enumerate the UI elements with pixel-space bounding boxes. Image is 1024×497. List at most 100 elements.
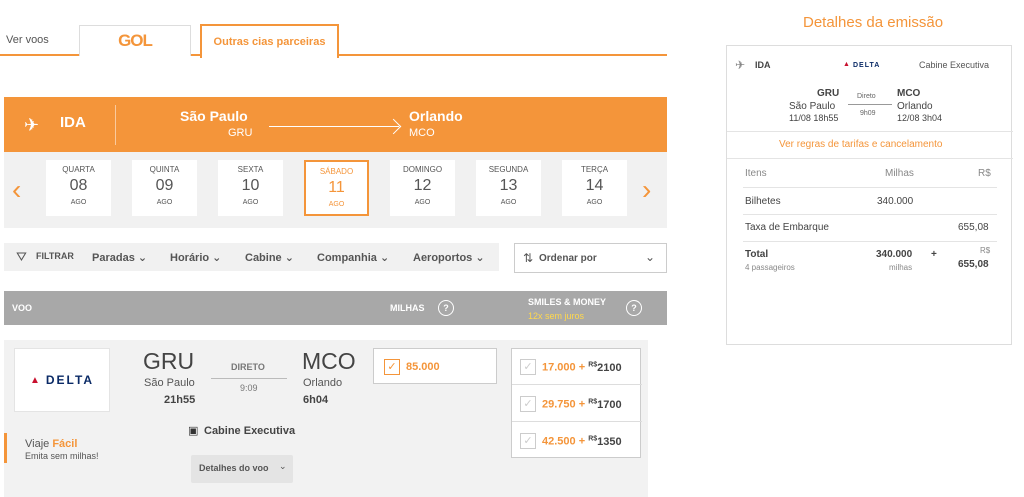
date-option[interactable]: SEGUNDA 13 AGO — [476, 160, 541, 216]
ida-label: IDA — [60, 114, 86, 131]
summary-title: Detalhes da emissão — [803, 14, 944, 31]
money-option-label: 42.500 + R$1350 — [542, 435, 622, 448]
airline-logo: ▲ DELTA — [14, 348, 110, 412]
airline-tabs: Ver voos GOL Outras cias parceiras — [0, 24, 667, 58]
sort-icon: ⇅ — [523, 251, 534, 265]
accent-bar — [4, 433, 7, 463]
voo-header: VOO — [12, 303, 33, 313]
divider — [743, 241, 997, 242]
date-option[interactable]: QUARTA 08 AGO — [46, 160, 111, 216]
airplane-icon: ✈ — [735, 58, 746, 72]
sort-select[interactable]: ⇅ Ordenar por ⌄ — [514, 243, 667, 273]
taxa-label: Taxa de Embarque — [745, 222, 829, 233]
cabin-icon: ▣ — [188, 425, 199, 437]
money-option[interactable]: ✓ 29.750 + R$1700 — [512, 386, 642, 422]
summary-dest-dt: 12/08 3h04 — [897, 113, 943, 123]
gol-logo: GOL — [118, 31, 153, 50]
dest-city: Orlando — [409, 108, 463, 124]
chevron-right-icon[interactable]: › — [642, 174, 651, 206]
duration-label: 9:09 — [240, 383, 258, 393]
checkbox-icon[interactable]: ✓ — [520, 359, 536, 375]
smiles-money-header: SMILES & MONEY — [528, 297, 607, 307]
stops-label: DIRETO — [231, 362, 265, 372]
divider — [115, 105, 116, 145]
milhas-unit: milhas — [889, 263, 913, 272]
help-icon[interactable]: ? — [626, 300, 642, 316]
miles-price: 85.000 — [406, 361, 440, 373]
milhas-header: MILHAS — [390, 303, 425, 313]
tab-outras-cias[interactable]: Outras cias parceiras — [200, 24, 339, 58]
summary-dest-city: Orlando — [897, 101, 933, 112]
divider — [727, 158, 1013, 159]
bilhetes-milhas: 340.000 — [877, 196, 914, 207]
juros-label: 12x sem juros — [528, 311, 585, 321]
summary-origin-dt: 11/08 18h55 — [789, 113, 839, 123]
details-button[interactable]: Detalhes do voo ⌄ — [191, 455, 293, 483]
flight-dest-code: MCO — [302, 348, 356, 374]
origin-code: GRU — [228, 127, 253, 139]
total-rs: 655,08 — [958, 259, 989, 270]
date-option[interactable]: SEXTA 10 AGO — [218, 160, 283, 216]
checkbox-icon[interactable]: ✓ — [520, 433, 536, 449]
origin-city: São Paulo — [180, 108, 248, 124]
filter-cabine[interactable]: Cabine ⌄ — [245, 251, 294, 264]
filter-aeroportos[interactable]: Aeroportos ⌄ — [413, 251, 485, 264]
delta-triangle-icon: ▲ — [29, 374, 42, 386]
filter-icon: ⛛ — [16, 249, 27, 264]
route-arrow-icon — [848, 104, 892, 105]
miles-option[interactable]: ✓ 85.000 — [373, 348, 497, 384]
results-header: VOO MILHAS ? SMILES & MONEY 12x sem juro… — [4, 291, 667, 325]
summary-airline: DELTA — [853, 62, 881, 69]
tab-gol[interactable]: GOL — [79, 25, 191, 56]
chevron-down-icon: ⌄ — [279, 461, 287, 471]
filtrar-label[interactable]: FILTRAR — [36, 251, 74, 261]
flight-result: ▲ DELTA Viaje Fácil Emita sem milhas! GR… — [4, 340, 648, 497]
filter-companhia[interactable]: Companhia ⌄ — [317, 251, 389, 264]
col-itens: Itens — [745, 168, 767, 179]
bilhetes-label: Bilhetes — [745, 196, 781, 207]
summary-cabin: Cabine Executiva — [919, 60, 990, 70]
total-label: Total — [745, 249, 769, 260]
flight-dest-city: Orlando — [303, 377, 343, 389]
total-milhas: 340.000 — [876, 249, 913, 260]
help-icon[interactable]: ? — [438, 300, 454, 316]
date-option[interactable]: DOMINGO 12 AGO — [390, 160, 455, 216]
checkbox-checked-icon[interactable]: ✓ — [384, 359, 400, 375]
date-selector: ‹ QUARTA 08 AGO QUINTA 09 AGO SEXTA 10 AGO SÁB… — [4, 152, 667, 228]
filter-horario[interactable]: Horário ⌄ — [170, 251, 221, 264]
divider — [743, 214, 997, 215]
route-arrow-icon — [269, 126, 399, 127]
divider — [727, 131, 1013, 132]
rules-link[interactable]: Ver regras de tarifas e cancelamento — [779, 139, 942, 150]
summary-dest-code: MCO — [897, 88, 921, 99]
filter-paradas[interactable]: Paradas ⌄ — [92, 251, 147, 264]
chevron-left-icon[interactable]: ‹ — [12, 174, 21, 206]
emita-label: Emita sem milhas! — [25, 451, 99, 461]
flight-origin-time: 21h55 — [164, 394, 196, 406]
checkbox-icon[interactable]: ✓ — [520, 396, 536, 412]
airline-name: DELTA — [45, 373, 95, 387]
col-milhas: Milhas — [885, 168, 914, 179]
divider — [743, 187, 997, 188]
money-option-label: 29.750 + R$1700 — [542, 398, 622, 411]
plus-sign: + — [931, 249, 937, 260]
chevron-down-icon: ⌄ — [645, 250, 656, 264]
summary-origin-city: São Paulo — [789, 101, 836, 112]
total-rs-label: R$ — [980, 246, 991, 255]
passageiros-label: 4 passageiros — [745, 263, 795, 272]
dest-code: MCO — [409, 127, 435, 139]
money-option[interactable]: ✓ 42.500 + R$1350 — [512, 423, 642, 459]
ida-header: ✈ IDA São Paulo GRU Orlando MCO — [4, 97, 667, 152]
ver-voos-label: Ver voos — [6, 34, 49, 46]
viaje-label: Viaje Fácil — [25, 438, 78, 450]
date-option[interactable]: QUINTA 09 AGO — [132, 160, 197, 216]
filter-bar: ⛛ FILTRAR Paradas ⌄ Horário ⌄ Cabine ⌄ C… — [4, 243, 499, 271]
cabin-label: Cabine Executiva — [204, 425, 296, 437]
flight-dest-time: 6h04 — [303, 394, 329, 406]
route-line — [211, 378, 287, 379]
summary-origin-code: GRU — [817, 88, 840, 99]
date-option[interactable]: TERÇA 14 AGO — [562, 160, 627, 216]
date-option-selected[interactable]: SÁBADO 11 AGO — [304, 160, 369, 216]
flight-origin-city: São Paulo — [144, 377, 195, 389]
money-option[interactable]: ✓ 17.000 + R$2100 — [512, 349, 642, 385]
